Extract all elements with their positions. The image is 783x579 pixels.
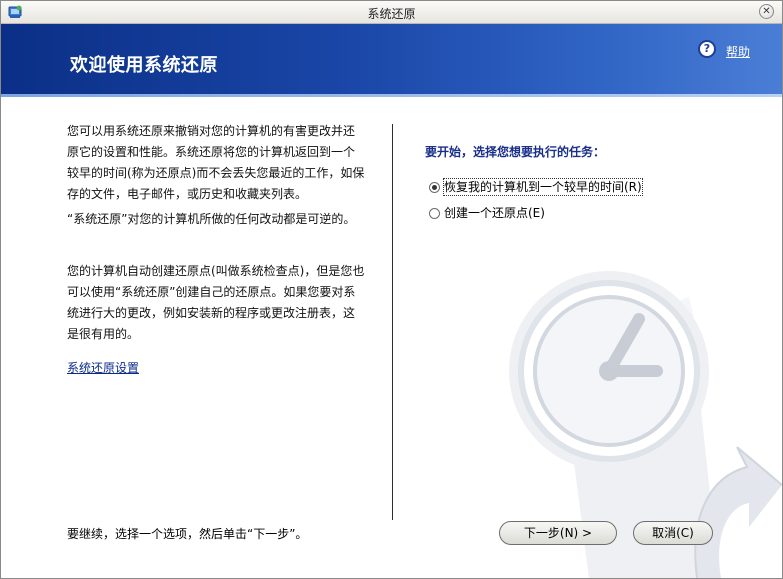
page-title: 欢迎使用系统还原: [70, 55, 218, 76]
intro-paragraph: 您可以用系统还原来撤销对您的计算机的有害更改并还原它的设置和性能。系统还原将您的…: [67, 124, 365, 201]
window-title: 系统还原: [367, 7, 416, 21]
help-icon[interactable]: ?: [698, 40, 716, 58]
vertical-divider: [392, 124, 393, 520]
system-restore-settings-link[interactable]: 系统还原设置: [67, 359, 139, 376]
system-restore-window: 系统还原 ✕ 欢迎使用系统还原 ? 帮助 您可以用系统还原来撤销对您的计算机的有…: [0, 0, 783, 579]
reversible-paragraph: “系统还原”对您的计算机所做的任何改动都是可逆的。: [67, 212, 356, 226]
create-restore-point-radio[interactable]: [429, 207, 440, 219]
close-button[interactable]: ✕: [759, 4, 774, 19]
restore-points-paragraph: 您的计算机自动创建还原点(叫做系统检查点)，但是您也可以使用“系统还原”创建自己…: [67, 264, 365, 341]
restore-earlier-time-option[interactable]: 恢复我的计算机到一个较早的时间(R): [429, 178, 643, 196]
cancel-button[interactable]: 取消(C): [633, 521, 713, 545]
continue-instruction: 要继续，选择一个选项，然后单击“下一步”。: [67, 527, 308, 541]
restore-earlier-time-radio[interactable]: [429, 181, 440, 193]
help-link[interactable]: 帮助: [726, 43, 750, 60]
next-button[interactable]: 下一步(N) >: [499, 521, 617, 545]
task-heading: 要开始，选择您想要执行的任务：: [425, 145, 606, 159]
content-area: 您可以用系统还原来撤销对您的计算机的有害更改并还原它的设置和性能。系统还原将您的…: [1, 97, 782, 578]
create-restore-point-label[interactable]: 创建一个还原点(E): [444, 205, 545, 221]
title-bar: 系统还原 ✕: [1, 1, 782, 24]
create-restore-point-option[interactable]: 创建一个还原点(E): [429, 205, 545, 221]
restore-earlier-time-label[interactable]: 恢复我的计算机到一个较早的时间(R): [443, 178, 643, 196]
